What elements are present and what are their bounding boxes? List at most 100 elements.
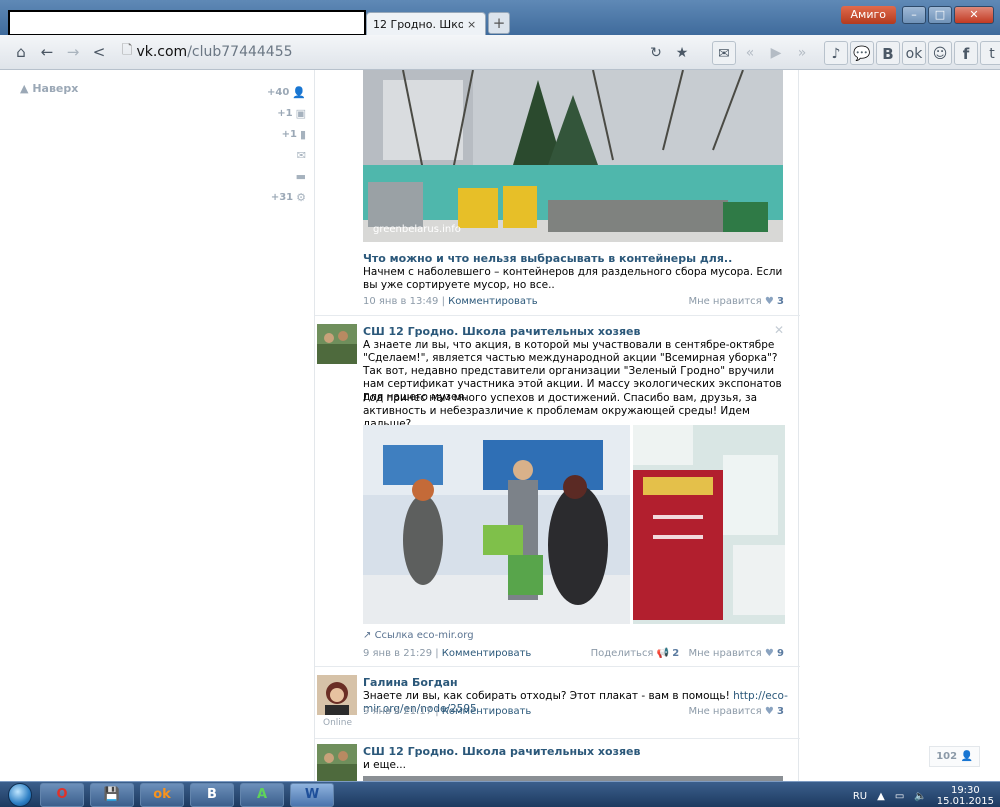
- tab-title: 12 Гродно. Школа рачи: [373, 18, 463, 31]
- twitter-icon[interactable]: t: [980, 41, 1000, 65]
- heart-icon: ♥: [764, 706, 774, 717]
- post-3-comment-link[interactable]: Комментировать: [442, 706, 532, 717]
- post-3-meta: 9 янв в 21:17 | Комментировать: [363, 706, 532, 717]
- bookmark-star-icon[interactable]: ★: [670, 41, 694, 65]
- back-icon[interactable]: ←: [36, 41, 58, 63]
- share-icon[interactable]: <: [88, 41, 110, 63]
- post-1-like-button[interactable]: Мне нравится ♥ 3: [688, 296, 784, 307]
- profile-button[interactable]: Амиго: [840, 6, 896, 24]
- counter-messages[interactable]: ✉: [250, 145, 306, 166]
- reload-icon[interactable]: ↻: [644, 41, 668, 65]
- network-icon[interactable]: ▭: [895, 791, 904, 802]
- start-button[interactable]: [0, 782, 40, 807]
- taskbar-vk[interactable]: B: [190, 782, 234, 807]
- system-tray: RU ▲ ▭ 🔈 19:30 15.01.2015: [853, 785, 994, 807]
- right-column: 102 👤: [800, 70, 1000, 781]
- person-icon: 👤: [292, 86, 306, 99]
- page-icon: 🗋: [122, 43, 133, 58]
- link-icon: ↗: [363, 630, 372, 641]
- volume-icon[interactable]: 🔈: [914, 791, 926, 802]
- new-tab-button[interactable]: +: [488, 12, 510, 34]
- post-2-photo-2[interactable]: [633, 425, 785, 624]
- language-indicator[interactable]: RU: [853, 791, 867, 802]
- heart-icon: ♥: [764, 648, 774, 659]
- divider: [315, 315, 800, 316]
- news-feed: greenbelarus.info Что можно и что нельзя…: [314, 70, 800, 781]
- prev-track-icon[interactable]: «: [738, 41, 762, 65]
- post-1-comment-link[interactable]: Комментировать: [448, 296, 538, 307]
- chat-icon[interactable]: 💬: [850, 41, 874, 65]
- post-2-author[interactable]: СШ 12 Гродно. Школа рачительных хозяев: [363, 325, 640, 338]
- post-2-comment-link[interactable]: Комментировать: [442, 648, 532, 659]
- post-1-link-title[interactable]: Что можно и что нельзя выбрасывать в кон…: [363, 252, 732, 265]
- mail-icon: ✉: [296, 149, 306, 162]
- next-track-icon[interactable]: »: [790, 41, 814, 65]
- music-icon[interactable]: ♪: [824, 41, 848, 65]
- facebook-icon[interactable]: f: [954, 41, 978, 65]
- window-controls: Амиго – □ ✕: [840, 6, 994, 24]
- home-icon[interactable]: ⌂: [10, 41, 32, 63]
- counter-comments[interactable]: ▬: [250, 166, 306, 187]
- divider: [315, 666, 800, 667]
- camera-icon: ▣: [295, 107, 306, 120]
- tab-active[interactable]: 12 Гродно. Школа рачи ×: [366, 12, 486, 36]
- tab-close-icon[interactable]: ×: [467, 18, 476, 31]
- containers-photo: [363, 70, 783, 242]
- minimize-button[interactable]: –: [902, 6, 926, 24]
- vk-icon[interactable]: B: [876, 41, 900, 65]
- clock[interactable]: 19:30 15.01.2015: [937, 785, 994, 807]
- counter-videos[interactable]: +1 ▮: [250, 124, 306, 145]
- post-2-attached-link[interactable]: ↗ Ссылка eco-mir.org: [363, 630, 474, 641]
- post-2-photo-1[interactable]: [363, 425, 630, 624]
- counter-friends[interactable]: +40 👤: [250, 82, 306, 103]
- user-avatar[interactable]: [317, 675, 357, 715]
- post-1-meta: 10 янв в 13:49 | Комментировать: [363, 296, 538, 307]
- moimir-icon[interactable]: ☺: [928, 41, 952, 65]
- taskbar-save-icon[interactable]: 💾: [90, 782, 134, 807]
- address-bar[interactable]: 🗋 vk.com /club77444455: [122, 40, 642, 64]
- toolbar-right: ↻ ★ ✉ « ▶ » ♪ 💬 B ok ☺ f t: [644, 41, 1000, 65]
- post-4: СШ 12 Гродно. Школа рачительных хозяев и…: [315, 742, 800, 781]
- post-3-author[interactable]: Галина Богдан: [363, 676, 458, 689]
- windows-logo-icon: [8, 782, 32, 807]
- post-4-text: и еще...: [363, 759, 406, 771]
- tab-redacted[interactable]: [8, 10, 366, 36]
- taskbar-word[interactable]: W: [290, 782, 334, 807]
- tray-arrow-icon[interactable]: ▲: [877, 791, 885, 802]
- post-2-close-icon[interactable]: ✕: [774, 323, 784, 337]
- close-window-button[interactable]: ✕: [954, 6, 994, 24]
- forward-icon[interactable]: →: [62, 41, 84, 63]
- post-3: Online Галина Богдан Знаете ли вы, как с…: [315, 671, 800, 731]
- counter-photos[interactable]: +1 ▣: [250, 103, 306, 124]
- browser-toolbar: ⌂ ← → < 🗋 vk.com /club77444455 ↻ ★ ✉ « ▶…: [0, 35, 1000, 70]
- post-4-author[interactable]: СШ 12 Гродно. Школа рачительных хозяев: [363, 745, 640, 758]
- taskbar-amigo[interactable]: A: [240, 782, 284, 807]
- post-1-date[interactable]: 10 янв в 13:49: [363, 296, 438, 307]
- post-3-date[interactable]: 9 янв в 21:17: [363, 706, 432, 717]
- post-1: greenbelarus.info Что можно и что нельзя…: [315, 70, 800, 310]
- left-sidebar: ▲ Наверх +40 👤 +1 ▣ +1 ▮ ✉ ▬ +31 ⚙: [0, 70, 314, 781]
- odnoklassniki-icon[interactable]: ok: [902, 41, 926, 65]
- group-avatar[interactable]: [317, 744, 357, 781]
- back-to-top-link[interactable]: ▲ Наверх: [20, 82, 78, 95]
- online-status: Online: [323, 718, 353, 728]
- post-1-photo[interactable]: greenbelarus.info: [363, 70, 783, 242]
- play-icon[interactable]: ▶: [764, 41, 788, 65]
- window-titlebar: 12 Гродно. Школа рачи × + Амиго – □ ✕: [0, 0, 1000, 36]
- online-people-counter[interactable]: 102 👤: [929, 746, 980, 767]
- post-2-actions: Поделиться 📢 2 Мне нравится ♥ 9: [591, 648, 784, 659]
- maximize-button[interactable]: □: [928, 6, 952, 24]
- divider: [315, 738, 800, 739]
- taskbar-odnoklassniki[interactable]: ok: [140, 782, 184, 807]
- post-3-like-button[interactable]: Мне нравится ♥ 3: [688, 706, 784, 717]
- up-arrow-icon: ▲: [20, 82, 29, 95]
- page-content: ▲ Наверх +40 👤 +1 ▣ +1 ▮ ✉ ▬ +31 ⚙ green…: [0, 70, 1000, 781]
- taskbar-opera[interactable]: O: [40, 782, 84, 807]
- post-2-share-button[interactable]: Поделиться 📢 2: [591, 648, 683, 659]
- post-2-like-button[interactable]: Мне нравится ♥ 9: [688, 648, 784, 659]
- counter-settings[interactable]: +31 ⚙: [250, 187, 306, 208]
- mail-icon[interactable]: ✉: [712, 41, 736, 65]
- post-1-text: Начнем с наболевшего – контейнеров для р…: [363, 266, 783, 291]
- post-2-date[interactable]: 9 янв в 21:29: [363, 648, 432, 659]
- group-avatar[interactable]: [317, 324, 357, 364]
